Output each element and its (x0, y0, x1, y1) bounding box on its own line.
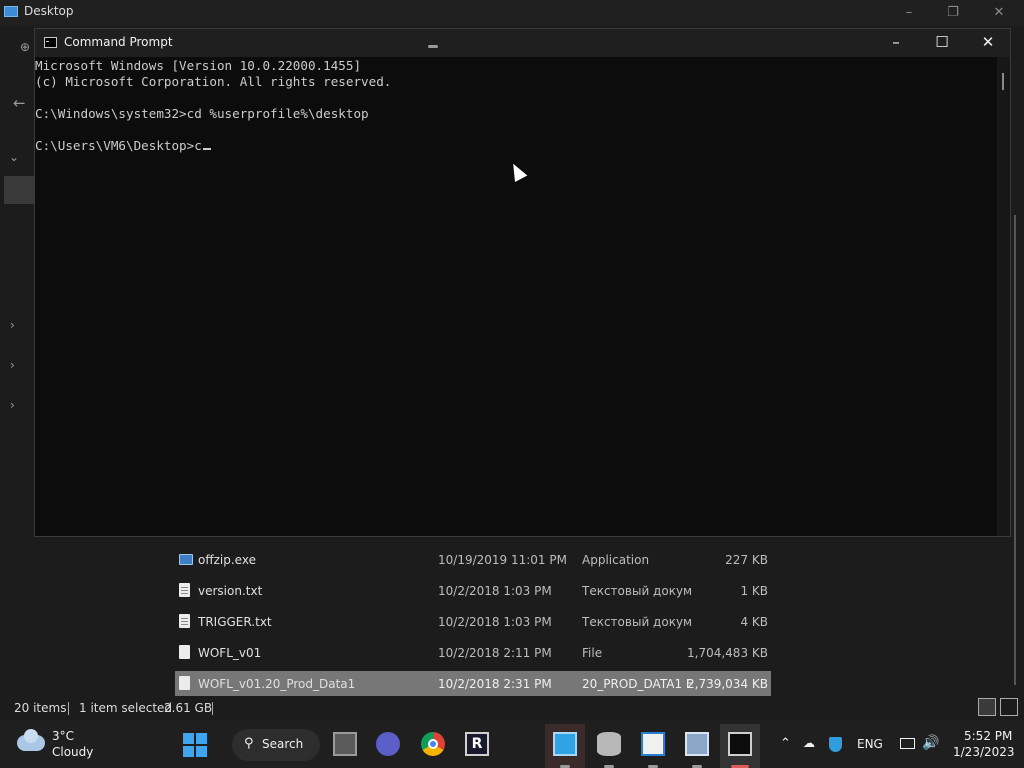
cmd-scroll-thumb[interactable] (1002, 73, 1004, 90)
search-label: Search (262, 737, 304, 751)
explorer-nav-strip: ⊕ ← ⌄ › › › (0, 26, 34, 696)
file-type: File (582, 646, 603, 660)
file-name: TRIGGER.txt (198, 615, 272, 629)
status-selection: 1 item selected (79, 701, 173, 715)
clock-time[interactable]: 5:52 PM (964, 729, 1012, 743)
file-row[interactable]: offzip.exe 10/19/2019 11:01 PM Applicati… (175, 547, 771, 573)
file-size: 227 KB (725, 553, 768, 567)
file-type: 20_PROD_DATA1 F... (582, 677, 692, 691)
cmd-maximize-button[interactable]: ☐ (919, 29, 965, 57)
file-name: WOFL_v01.20_Prod_Data1 (198, 677, 356, 691)
file-date: 10/2/2018 1:03 PM (438, 615, 552, 629)
cmd-close-button[interactable]: ✕ (965, 29, 1011, 57)
exe-icon (179, 554, 193, 565)
cmd-minimize-button[interactable]: – (873, 29, 919, 57)
explorer-close-button[interactable]: ✕ (988, 4, 1010, 22)
explorer-restore-button[interactable]: ❐ (942, 4, 964, 22)
weather-condition[interactable]: Cloudy (52, 745, 93, 759)
document-icon[interactable] (641, 732, 665, 756)
command-prompt-icon[interactable] (728, 732, 752, 756)
explorer-title: Desktop (24, 4, 74, 18)
console-line: Microsoft Windows [Version 10.0.22000.14… (35, 58, 362, 73)
file-date: 10/2/2018 2:31 PM (438, 677, 552, 691)
cloud-icon[interactable] (17, 729, 45, 751)
volume-icon[interactable]: 🔊 (922, 735, 939, 751)
details-view-button[interactable] (978, 698, 996, 716)
status-separator (212, 702, 213, 715)
nav-selected-item[interactable] (4, 176, 34, 204)
file-icon (179, 645, 190, 659)
cmd-titlebar[interactable]: Command Prompt – ☐ ✕ (35, 29, 1010, 57)
file-row[interactable]: TRIGGER.txt 10/2/2018 1:03 PM Текстовый … (175, 609, 771, 635)
windows-start-icon[interactable] (183, 733, 207, 757)
explorer-minimize-button[interactable]: – (898, 4, 920, 22)
cmd-scrollbar[interactable] (997, 57, 1010, 536)
cloud-sync-icon[interactable]: ☁ (803, 736, 815, 750)
chevron-right-icon[interactable]: › (10, 398, 15, 412)
file-name: offzip.exe (198, 553, 256, 567)
file-date: 10/2/2018 2:11 PM (438, 646, 552, 660)
chevron-right-icon[interactable]: › (10, 318, 15, 332)
database-icon[interactable] (597, 732, 621, 756)
large-icons-view-button[interactable] (1000, 698, 1018, 716)
remote-desktop-icon[interactable] (553, 732, 577, 756)
status-selection-size: 2.61 GB (164, 701, 213, 715)
security-shield-icon[interactable] (829, 737, 842, 752)
text-file-icon (179, 614, 190, 628)
new-item-icon[interactable]: ⊕ (20, 40, 30, 54)
language-indicator[interactable]: ENG (857, 737, 883, 751)
clock-date[interactable]: 1/23/2023 (953, 745, 1015, 759)
file-size: 2,739,034 KB (687, 677, 768, 691)
chevron-down-icon[interactable]: ⌄ (9, 150, 19, 164)
network-icon[interactable] (900, 738, 915, 749)
file-type: Текстовый докум... (582, 615, 692, 629)
command-prompt-icon (44, 37, 57, 48)
chevron-right-icon[interactable]: › (10, 358, 15, 372)
file-size: 1,704,483 KB (687, 646, 768, 660)
console-line: C:\Windows\system32>cd %userprofile%\des… (35, 106, 369, 121)
file-row[interactable]: version.txt 10/2/2018 1:03 PM Текстовый … (175, 578, 771, 604)
explorer-titlebar[interactable]: Desktop – ❐ ✕ (0, 0, 1024, 26)
file-date: 10/2/2018 1:03 PM (438, 584, 552, 598)
back-arrow-icon[interactable]: ← (13, 94, 26, 112)
file-name: version.txt (198, 584, 263, 598)
explorer-scrollbar[interactable] (1014, 215, 1016, 685)
console-current-input[interactable]: C:\Users\VM6\Desktop>c (35, 138, 202, 153)
cmd-console-output[interactable]: Microsoft Windows [Version 10.0.22000.14… (35, 57, 995, 536)
file-row[interactable]: WOFL_v01 10/2/2018 2:11 PM File 1,704,48… (175, 640, 771, 666)
r-app-icon[interactable]: R (465, 732, 489, 756)
status-item-count: 20 items (14, 701, 67, 715)
meet-icon[interactable] (376, 732, 400, 756)
weather-temp[interactable]: 3°C (52, 729, 74, 743)
file-size: 1 KB (740, 584, 768, 598)
file-type: Текстовый докум... (582, 584, 692, 598)
chrome-running-indicator (428, 45, 438, 48)
taskbar-search-button[interactable]: ⚲ Search (232, 729, 320, 761)
cmd-title: Command Prompt (64, 35, 173, 49)
explorer-status-bar: 20 items 1 item selected 2.61 GB (0, 696, 1024, 720)
explorer-app-icon (4, 6, 18, 17)
chevron-up-icon[interactable]: ⌃ (780, 736, 791, 751)
task-view-icon[interactable] (333, 732, 357, 756)
command-prompt-window[interactable]: Command Prompt – ☐ ✕ Microsoft Windows [… (34, 28, 1011, 537)
chrome-icon[interactable] (421, 732, 445, 756)
file-date: 10/19/2019 11:01 PM (438, 553, 567, 567)
file-name: WOFL_v01 (198, 646, 262, 660)
text-cursor (202, 148, 211, 150)
file-icon (179, 676, 190, 690)
search-icon: ⚲ (244, 736, 254, 751)
settings-tool-icon[interactable] (685, 732, 709, 756)
console-prompt-line[interactable]: C:\Users\VM6\Desktop>c (35, 138, 211, 153)
file-row-selected[interactable]: WOFL_v01.20_Prod_Data1 10/2/2018 2:31 PM… (175, 671, 771, 697)
file-size: 4 KB (740, 615, 768, 629)
status-separator (68, 702, 69, 715)
console-line: (c) Microsoft Corporation. All rights re… (35, 74, 392, 89)
file-type: Application (582, 553, 650, 567)
text-file-icon (179, 583, 190, 597)
